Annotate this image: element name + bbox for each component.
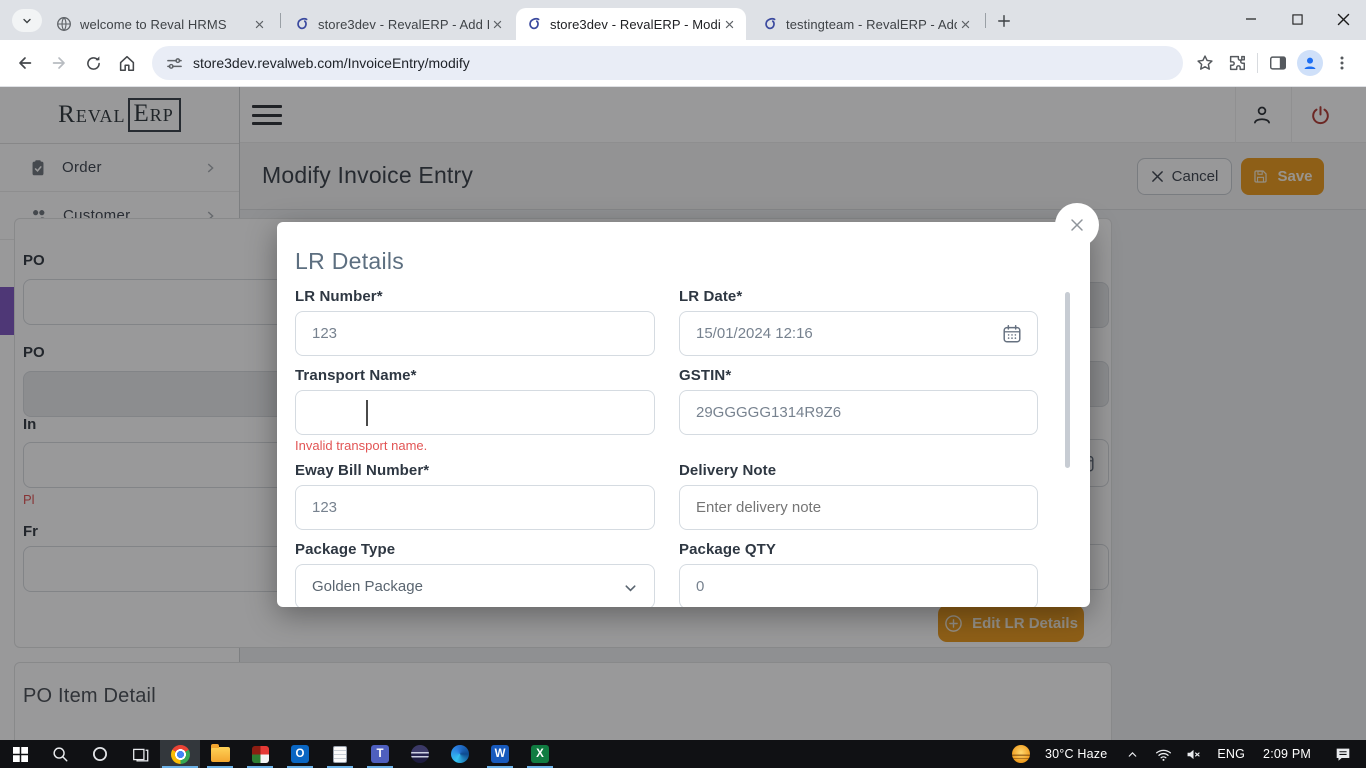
explorer-icon[interactable] xyxy=(200,740,240,768)
modal-close-button[interactable] xyxy=(1055,203,1099,247)
reval-icon xyxy=(762,16,778,32)
package-type-select[interactable]: Golden Package xyxy=(295,564,655,607)
chevron-down-icon xyxy=(623,581,638,596)
lr-number-input[interactable] xyxy=(295,311,655,356)
gstin-label: GSTIN* xyxy=(679,367,731,384)
browser-tabstrip: welcome to Reval HRMS store3dev - RevalE… xyxy=(0,0,1366,40)
start-icon[interactable] xyxy=(0,740,40,768)
avatar xyxy=(1297,50,1323,76)
notification-icon[interactable] xyxy=(1320,740,1366,768)
chrome-icon[interactable] xyxy=(160,740,200,768)
globe-icon xyxy=(56,16,72,32)
tab-testingteam[interactable]: testingteam - RevalERP - Add V xyxy=(752,8,982,40)
reload-icon[interactable] xyxy=(76,46,110,80)
url-bar[interactable]: store3dev.revalweb.com/InvoiceEntry/modi… xyxy=(152,46,1183,80)
close-icon[interactable] xyxy=(251,16,268,33)
cortana-icon[interactable] xyxy=(80,740,120,768)
package-type-label: Package Type xyxy=(295,541,395,558)
wifi-icon[interactable] xyxy=(1148,740,1178,768)
home-icon[interactable] xyxy=(110,46,144,80)
weather-widget[interactable]: 30°C Haze xyxy=(1036,740,1116,768)
lr-date-label: LR Date* xyxy=(679,288,742,305)
screen: welcome to Reval HRMS store3dev - RevalE… xyxy=(0,0,1366,768)
transport-name-input[interactable] xyxy=(295,390,655,435)
bookmark-star-icon[interactable] xyxy=(1189,47,1221,79)
toolbar-divider xyxy=(1257,53,1258,73)
weather-icon[interactable] xyxy=(1006,740,1036,768)
browser-menu-icon[interactable] xyxy=(1326,47,1358,79)
forward-icon[interactable] xyxy=(42,46,76,80)
extensions-icon[interactable] xyxy=(1221,47,1253,79)
lr-date-input[interactable]: 15/01/2024 12:16 xyxy=(679,311,1038,356)
chevron-up-icon[interactable] xyxy=(1116,740,1148,768)
window-close-button[interactable] xyxy=(1320,0,1366,38)
page-content: RevalErp Order Customer Product Catalogu… xyxy=(0,87,1366,740)
tab-separator xyxy=(985,13,986,28)
excel-icon[interactable]: X xyxy=(520,740,560,768)
delivery-note-input[interactable] xyxy=(679,485,1038,530)
close-icon[interactable] xyxy=(721,16,738,33)
weather-condition: Haze xyxy=(1077,747,1107,761)
tab-search-button[interactable] xyxy=(12,9,42,32)
tab-modify-invoice-active[interactable]: store3dev - RevalERP - Modify I xyxy=(516,8,746,40)
lr-details-modal-card: LR Details LR Number* LR Date* 15/01/202… xyxy=(277,222,1090,607)
close-icon[interactable] xyxy=(489,16,506,33)
transport-name-label: Transport Name* xyxy=(295,367,417,384)
toolbar-actions xyxy=(1189,47,1358,79)
taskbar-spacer xyxy=(560,740,1006,768)
gstin-input[interactable] xyxy=(679,390,1038,435)
notepad-icon[interactable] xyxy=(320,740,360,768)
window-maximize-button[interactable] xyxy=(1274,0,1320,38)
reval-icon xyxy=(526,16,542,32)
tab-title: welcome to Reval HRMS xyxy=(80,17,251,32)
browser-toolbar: store3dev.revalweb.com/InvoiceEntry/modi… xyxy=(0,40,1366,87)
eclipse-icon[interactable] xyxy=(400,740,440,768)
modal-title: LR Details xyxy=(295,248,404,275)
search-icon[interactable] xyxy=(40,740,80,768)
new-tab-button[interactable] xyxy=(992,9,1016,33)
back-icon[interactable] xyxy=(8,46,42,80)
transport-name-error: Invalid transport name. xyxy=(295,438,427,453)
eway-bill-label: Eway Bill Number* xyxy=(295,462,429,479)
calendar-icon[interactable] xyxy=(1001,323,1023,345)
tab-add-invoice[interactable]: store3dev - RevalERP - Add Inv xyxy=(284,8,514,40)
side-panel-icon[interactable] xyxy=(1262,47,1294,79)
reval-icon xyxy=(294,16,310,32)
url-text: store3dev.revalweb.com/InvoiceEntry/modi… xyxy=(193,55,470,71)
weather-temp: 30°C xyxy=(1045,747,1074,761)
close-icon[interactable] xyxy=(957,16,974,33)
chevron-down-icon xyxy=(21,15,33,27)
language-label: ENG xyxy=(1217,747,1245,761)
package-qty-label: Package QTY xyxy=(679,541,776,558)
teams-icon[interactable]: T xyxy=(360,740,400,768)
site-info-icon[interactable] xyxy=(166,55,183,72)
time-label: 2:09 PM xyxy=(1263,747,1311,761)
pinwheel-app-icon[interactable] xyxy=(240,740,280,768)
tab-reval-hrms[interactable]: welcome to Reval HRMS xyxy=(46,8,276,40)
lr-date-value: 15/01/2024 12:16 xyxy=(696,325,813,342)
package-type-value: Golden Package xyxy=(312,578,423,595)
windows-taskbar: O T W X 30°C Haze ENG 2:09 PM xyxy=(0,740,1366,768)
modal-scrollbar[interactable] xyxy=(1065,292,1070,468)
eway-bill-input[interactable] xyxy=(295,485,655,530)
language-indicator[interactable]: ENG xyxy=(1208,740,1254,768)
delivery-note-label: Delivery Note xyxy=(679,462,776,479)
lr-details-modal: LR Details LR Number* LR Date* 15/01/202… xyxy=(277,222,1090,607)
task-view-icon[interactable] xyxy=(120,740,160,768)
tab-separator xyxy=(280,13,281,28)
profile-avatar[interactable] xyxy=(1294,47,1326,79)
window-minimize-button[interactable] xyxy=(1228,0,1274,38)
tab-title: testingteam - RevalERP - Add V xyxy=(786,17,957,32)
outlook-icon[interactable]: O xyxy=(280,740,320,768)
package-qty-input[interactable] xyxy=(679,564,1038,607)
volume-muted-icon[interactable] xyxy=(1178,740,1208,768)
text-cursor xyxy=(366,400,368,426)
lr-number-label: LR Number* xyxy=(295,288,383,305)
tab-title: store3dev - RevalERP - Add Inv xyxy=(318,17,489,32)
tab-title: store3dev - RevalERP - Modify I xyxy=(550,17,721,32)
edge-icon[interactable] xyxy=(440,740,480,768)
word-icon[interactable]: W xyxy=(480,740,520,768)
clock[interactable]: 2:09 PM xyxy=(1254,740,1320,768)
